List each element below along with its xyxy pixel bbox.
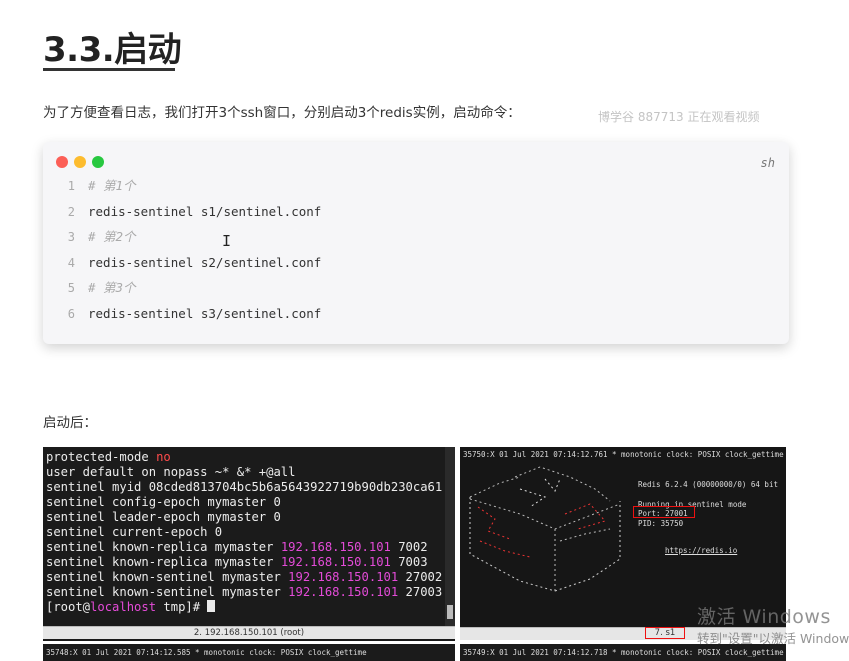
code-text: redis-sentinel s3/sentinel.conf <box>88 305 322 321</box>
line-number: 2 <box>67 204 75 219</box>
line-number: 6 <box>67 306 75 321</box>
windows-activation-subtitle: 转到"设置"以激活 Windows。 <box>697 631 849 646</box>
code-language-label: sh <box>760 156 775 170</box>
heading-underline <box>43 68 175 71</box>
port-highlight-box <box>633 506 695 518</box>
code-text: # 第3个 <box>88 280 136 295</box>
terminal-line: sentinel known-sentinel mymaster 192.168… <box>46 585 455 599</box>
close-dot-icon <box>56 156 68 168</box>
redis-version: Redis 6.2.4 (00000000/0) 64 bit <box>638 480 778 489</box>
terminal-line: sentinel known-sentinel mymaster 192.168… <box>46 570 455 584</box>
code-line: 3 # 第2个 <box>43 227 789 247</box>
terminal-tab-s1[interactable]: 7. s1 <box>645 627 685 639</box>
line-number: 4 <box>67 255 75 270</box>
watching-overlay: 博学谷 887713 正在观看视频 <box>598 110 760 124</box>
terminal-cursor <box>207 600 216 612</box>
intro-text: 为了方便查看日志，我们打开3个ssh窗口，分别启动3个redis实例，启动命令： <box>43 105 521 121</box>
page-heading: 3.3.启动 <box>43 30 182 70</box>
code-line: 6 redis-sentinel s3/sentinel.conf <box>43 304 789 324</box>
code-block: sh 1 # 第1个 2 redis-sentinel s1/sentinel.… <box>43 142 789 344</box>
redis-pid: PID: 35750 <box>638 519 684 528</box>
terminal-line: sentinel myid 08cded813704bc5b6a56439227… <box>46 480 443 494</box>
maximize-dot-icon <box>92 156 104 168</box>
terminal-sentinel-config[interactable]: protected-mode no user default on nopass… <box>43 447 455 641</box>
terminal-redis-sentinel-s1[interactable]: 35750:X 01 Jul 2021 07:14:12.761 * monot… <box>460 447 786 627</box>
terminal-line: sentinel config-epoch mymaster 0 <box>46 495 281 509</box>
line-number: 3 <box>67 230 75 244</box>
code-text: redis-sentinel s2/sentinel.conf <box>88 254 322 270</box>
terminal-prompt[interactable]: [root@localhost tmp]# <box>46 600 216 615</box>
code-text: redis-sentinel s1/sentinel.conf <box>88 203 322 219</box>
code-line: 4 redis-sentinel s2/sentinel.conf <box>43 253 789 273</box>
terminal-scrollbar[interactable] <box>445 447 455 627</box>
text-cursor-icon: I <box>222 232 232 250</box>
terminal-line: sentinel known-replica mymaster 192.168.… <box>46 540 428 554</box>
code-line: 2 redis-sentinel s1/sentinel.conf <box>43 202 789 222</box>
terminal-line: user default on nopass ~* &* +@all <box>46 465 296 479</box>
code-line: 1 # 第1个 <box>43 176 789 196</box>
terminal-log-line: 35750:X 01 Jul 2021 07:14:12.761 * monot… <box>463 450 784 459</box>
code-text: # 第2个 <box>88 229 136 244</box>
scrollbar-thumb[interactable] <box>447 605 453 619</box>
terminal-line: protected-mode no <box>46 450 171 464</box>
line-number: 5 <box>67 281 75 295</box>
terminal-line: sentinel leader-epoch mymaster 0 <box>46 510 281 524</box>
redis-url-link[interactable]: https://redis.io <box>665 546 737 555</box>
terminal-line: sentinel known-replica mymaster 192.168.… <box>46 555 428 569</box>
code-text: # 第1个 <box>88 178 136 193</box>
redis-ascii-logo-icon <box>469 466 621 592</box>
line-number: 1 <box>67 179 75 193</box>
terminal-log-line: 35748:X 01 Jul 2021 07:14:12.585 * monot… <box>43 644 455 661</box>
terminal-tab-2[interactable]: 2. 192.168.150.101 (root) <box>43 626 455 639</box>
code-line: 5 # 第3个 <box>43 278 789 298</box>
minimize-dot-icon <box>74 156 86 168</box>
after-start-label: 启动后： <box>43 415 97 431</box>
terminal-line: sentinel current-epoch 0 <box>46 525 223 539</box>
windows-activation-title: 激活 Windows <box>697 606 831 628</box>
